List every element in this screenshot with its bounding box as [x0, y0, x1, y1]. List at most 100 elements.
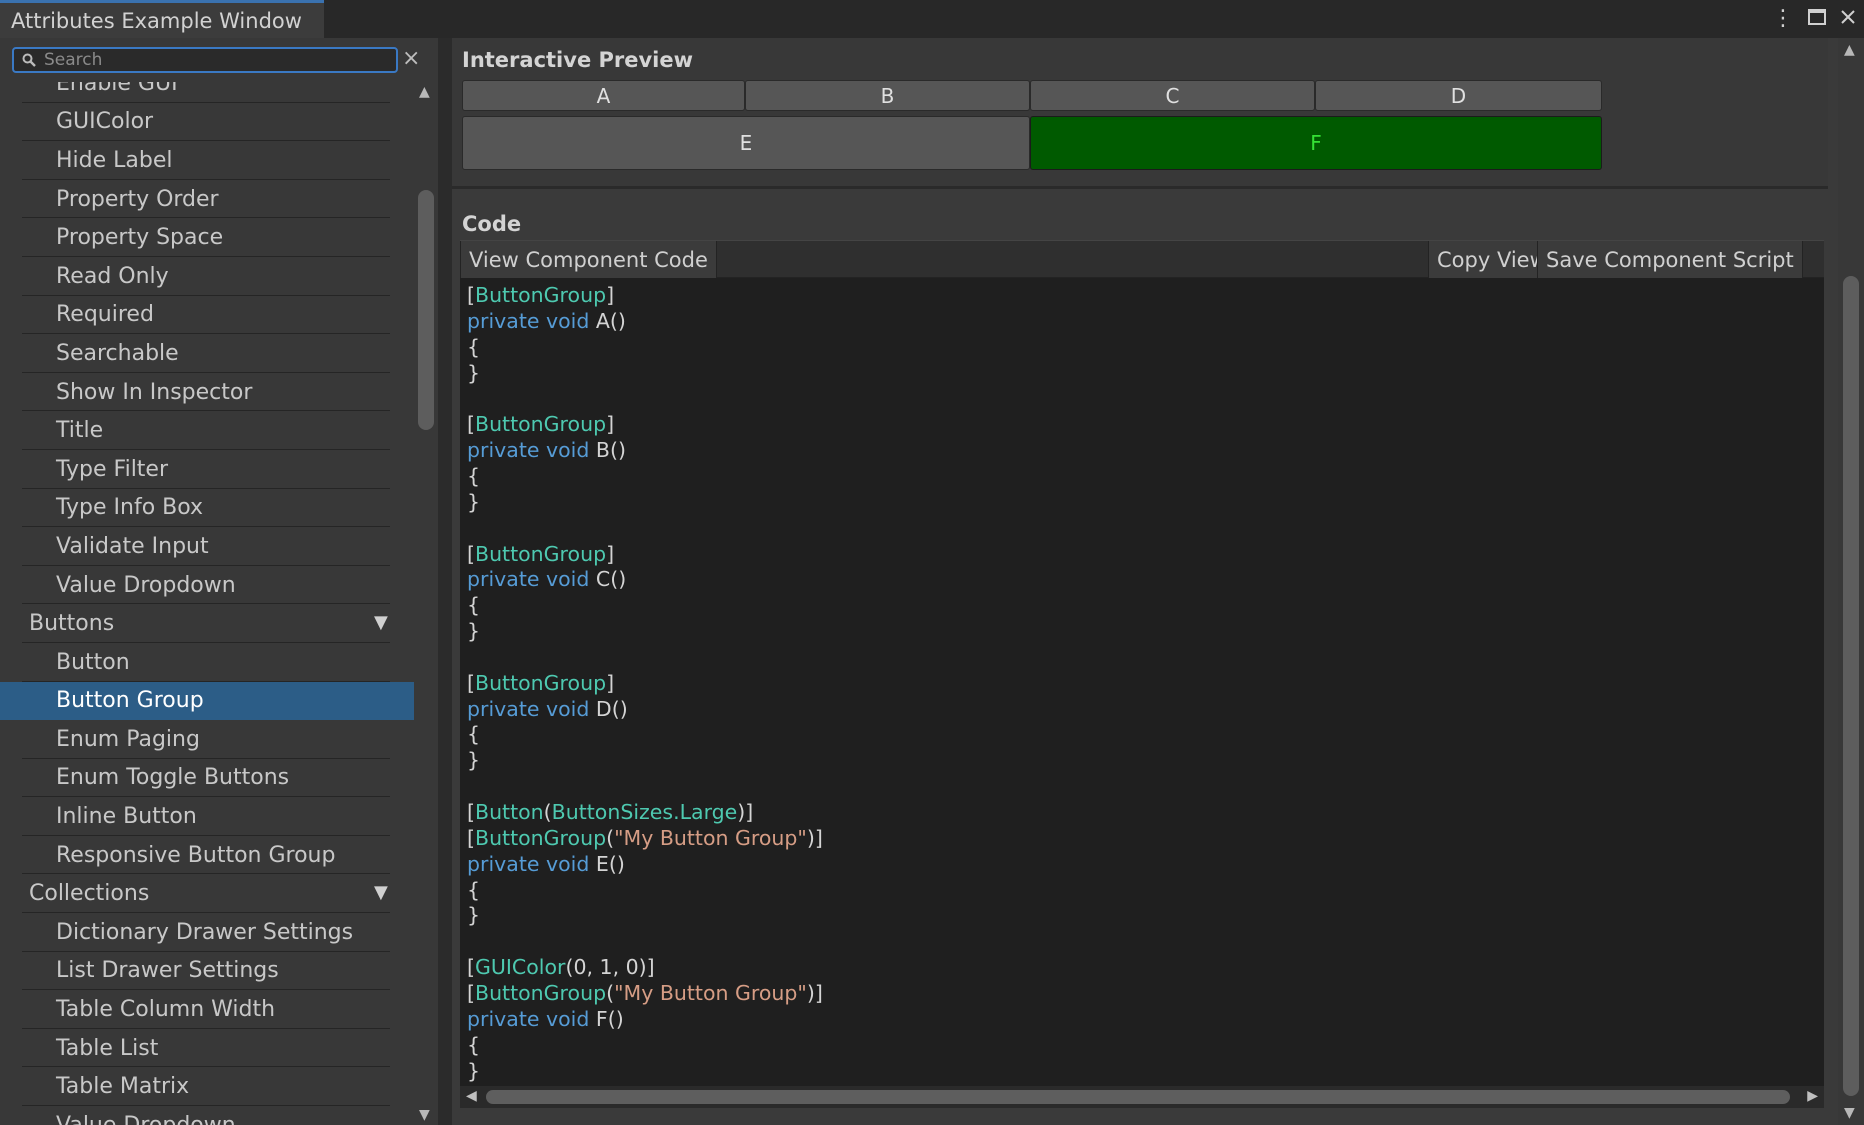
- menu-item[interactable]: Searchable: [0, 334, 414, 373]
- menu-item[interactable]: Required: [0, 296, 414, 335]
- interactive-preview: Interactive Preview A B C D E F: [452, 38, 1828, 189]
- code-line: {: [467, 721, 480, 747]
- example-vertical-scrollbar[interactable]: ▲ ▼: [1838, 38, 1864, 1125]
- menu-item-label: Required: [56, 302, 154, 328]
- code-token: E(): [589, 851, 625, 876]
- menu-item-label: Buttons: [29, 611, 115, 637]
- menu-item[interactable]: Value Dropdown: [0, 566, 414, 605]
- menu-tree-list: Enable GUI GUIColor Hide Label Property Ord…: [0, 82, 414, 1125]
- button-f[interactable]: F: [1030, 116, 1602, 170]
- menu-item-label: Value Dropdown: [56, 572, 236, 598]
- menu-item-label: Title: [56, 418, 104, 444]
- menu-item[interactable]: Property Space: [0, 218, 414, 257]
- code-line: }: [467, 747, 480, 773]
- code-token: }: [467, 1058, 481, 1083]
- button-b[interactable]: B: [745, 80, 1030, 111]
- menu-item[interactable]: Type Info Box: [0, 489, 414, 528]
- code-line: private void A(): [467, 308, 626, 334]
- code-token: (: [543, 800, 552, 824]
- menu-item-label: List Drawer Settings: [56, 958, 279, 984]
- code-view[interactable]: [ButtonGroup] private void A(){} [ButtonGr…: [460, 278, 1824, 1100]
- code-token: Button: [475, 800, 544, 824]
- code-token: private void: [467, 1006, 590, 1031]
- menu-item[interactable]: Enum Toggle Buttons: [0, 759, 414, 798]
- code-token: GUIColor: [475, 955, 566, 980]
- menu-item[interactable]: Table Column Width: [0, 990, 414, 1029]
- code-token: [: [467, 825, 475, 850]
- scroll-up-icon[interactable]: ▲: [419, 84, 430, 100]
- code-horizontal-scroll-thumb[interactable]: [486, 1090, 1790, 1104]
- menu-category[interactable]: Buttons ▼: [0, 604, 414, 643]
- button-c[interactable]: C: [1030, 80, 1315, 111]
- code-line: [ButtonGroup]: [467, 541, 614, 567]
- code-token: private void: [467, 696, 590, 721]
- menu-item[interactable]: Hide Label: [0, 141, 414, 180]
- view-component-code-button[interactable]: View Component Code: [460, 241, 717, 278]
- code-line: {: [467, 334, 480, 360]
- window-tab[interactable]: Attributes Example Window: [0, 0, 324, 38]
- code-token: [: [467, 541, 475, 566]
- menu-item[interactable]: Responsive Button Group: [0, 836, 414, 875]
- menu-category[interactable]: Collections ▼: [0, 874, 414, 913]
- button-e[interactable]: E: [462, 116, 1030, 170]
- code-token: {: [467, 877, 481, 902]
- code-token: [: [467, 283, 475, 307]
- menu-item[interactable]: Type Filter: [0, 450, 414, 489]
- menu-tree-scroll-thumb[interactable]: [418, 190, 434, 430]
- menu-item[interactable]: Dictionary Drawer Settings: [0, 913, 414, 952]
- menu-item[interactable]: Enum Paging: [0, 720, 414, 759]
- button-d[interactable]: D: [1315, 80, 1602, 111]
- menu-item[interactable]: Property Order: [0, 180, 414, 219]
- menu-item[interactable]: Button: [0, 643, 414, 682]
- menu-item[interactable]: Title: [0, 411, 414, 450]
- code-token: (: [606, 980, 615, 1005]
- search-input[interactable]: [44, 50, 374, 70]
- code-token: private void: [467, 438, 590, 463]
- code-line: [ButtonGroup("My Button Group")]: [467, 825, 823, 851]
- code-token: private void: [467, 567, 590, 592]
- code-token: ]: [606, 412, 615, 437]
- menu-item-label: Searchable: [56, 340, 179, 366]
- button-a[interactable]: A: [462, 80, 745, 111]
- menu-item[interactable]: Value Dropdown: [0, 1106, 414, 1125]
- menu-item[interactable]: GUIColor: [0, 103, 414, 142]
- menu-item[interactable]: Table List: [0, 1029, 414, 1068]
- scroll-down-icon[interactable]: ▼: [1844, 1105, 1855, 1121]
- close-icon[interactable]: [1840, 8, 1856, 30]
- code-token: C(): [589, 567, 627, 592]
- code-line: {: [467, 463, 480, 489]
- menu-item[interactable]: Read Only: [0, 257, 414, 296]
- menu-item-label: Enable GUI: [56, 82, 178, 96]
- code-token: "My Button Group": [614, 980, 807, 1005]
- code-line: }: [467, 360, 480, 386]
- maximize-icon[interactable]: [1808, 8, 1826, 30]
- collapse-arrow-icon[interactable]: ▼: [374, 882, 388, 903]
- scroll-up-icon[interactable]: ▲: [1844, 42, 1855, 58]
- menu-item-label: Type Filter: [56, 456, 169, 482]
- scroll-right-icon[interactable]: ▶: [1807, 1088, 1818, 1104]
- panel-splitter[interactable]: [438, 38, 452, 1125]
- menu-item-label: Type Info Box: [56, 495, 204, 521]
- code-token: {: [467, 722, 481, 747]
- menu-item[interactable]: Inline Button: [0, 797, 414, 836]
- code-horizontal-scrollbar[interactable]: ◀ ▶: [460, 1086, 1824, 1108]
- collapse-arrow-icon[interactable]: ▼: [374, 612, 388, 633]
- menu-item-label: Validate Input: [56, 533, 209, 559]
- search-box[interactable]: [12, 47, 398, 73]
- menu-item[interactable]: Enable GUI: [0, 82, 414, 103]
- code-token: [: [467, 955, 475, 980]
- save-component-script-button[interactable]: Save Component Script: [1537, 241, 1803, 278]
- menu-item[interactable]: Validate Input: [0, 527, 414, 566]
- menu-tree-scrollbar[interactable]: ▲ ▼: [414, 82, 438, 1125]
- example-vertical-scroll-thumb[interactable]: [1843, 276, 1859, 1096]
- menu-item[interactable]: Table Matrix: [0, 1067, 414, 1106]
- scroll-left-icon[interactable]: ◀: [466, 1088, 477, 1104]
- menu-item[interactable]: List Drawer Settings: [0, 952, 414, 991]
- menu-item[interactable]: Show In Inspector: [0, 373, 414, 412]
- code-token: D(): [589, 696, 628, 721]
- menu-item[interactable]: Button Group: [0, 681, 414, 721]
- code-token: {: [467, 334, 481, 359]
- kebab-menu-icon[interactable]: ⋮: [1772, 8, 1794, 30]
- clear-search-icon[interactable]: ×: [402, 46, 420, 72]
- scroll-down-icon[interactable]: ▼: [419, 1107, 430, 1123]
